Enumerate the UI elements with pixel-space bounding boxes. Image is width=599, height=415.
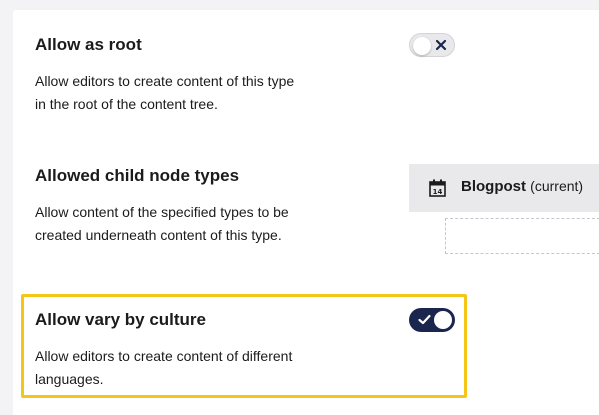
vary-culture-description: Allow editors to create content of diffe…: [35, 345, 335, 391]
check-icon: [418, 314, 431, 325]
child-node-item-blogpost[interactable]: 14 Blogpost (current): [409, 164, 599, 212]
allow-root-toggle[interactable]: [409, 33, 455, 57]
allowed-child-description-line-2: created underneath content of this type.: [35, 227, 282, 243]
vary-culture-toggle[interactable]: [409, 308, 455, 332]
calendar-icon: 14: [429, 179, 446, 197]
child-node-name: Blogpost: [461, 178, 526, 195]
toggle-knob: [413, 37, 431, 55]
child-node-current-tag: (current): [530, 178, 584, 194]
allow-root-description-line-1: Allow editors to create content of this …: [35, 73, 295, 89]
vary-culture-description-line-1: Allow editors to create content of diffe…: [35, 348, 293, 364]
vary-culture-title: Allow vary by culture: [35, 310, 206, 329]
add-child-node-button[interactable]: [445, 218, 599, 254]
allowed-child-description: Allow content of the specified types to …: [35, 201, 335, 247]
vary-culture-description-line-2: languages.: [35, 371, 104, 387]
svg-text:14: 14: [433, 188, 443, 196]
allowed-child-description-line-1: Allow content of the specified types to …: [35, 204, 289, 220]
toggle-knob: [434, 311, 452, 329]
child-node-label: Blogpost (current): [461, 178, 583, 195]
close-icon: [435, 39, 447, 51]
allow-root-description-line-2: in the root of the content tree.: [35, 96, 218, 112]
allow-root-title: Allow as root: [35, 35, 142, 54]
allow-root-description: Allow editors to create content of this …: [35, 70, 335, 116]
allowed-child-title: Allowed child node types: [35, 166, 240, 185]
